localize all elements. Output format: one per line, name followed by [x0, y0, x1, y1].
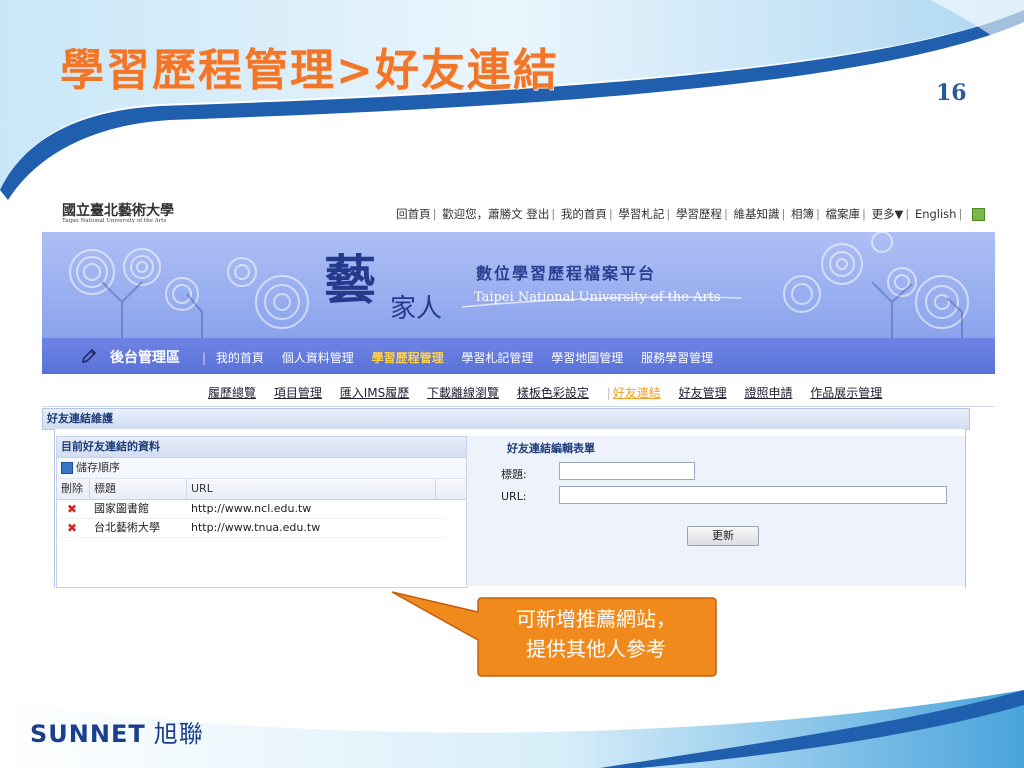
- callout-text: 可新增推薦網站， 提供其他人參考: [476, 598, 716, 674]
- brand-logo: SUNNET 旭聯: [30, 714, 204, 749]
- callout-line-2: 提供其他人參考: [526, 637, 666, 661]
- callout-line-1: 可新增推薦網站，: [516, 607, 676, 631]
- brand-name-cn: 旭聯: [153, 720, 204, 748]
- brand-name-en: SUNNET: [30, 720, 146, 748]
